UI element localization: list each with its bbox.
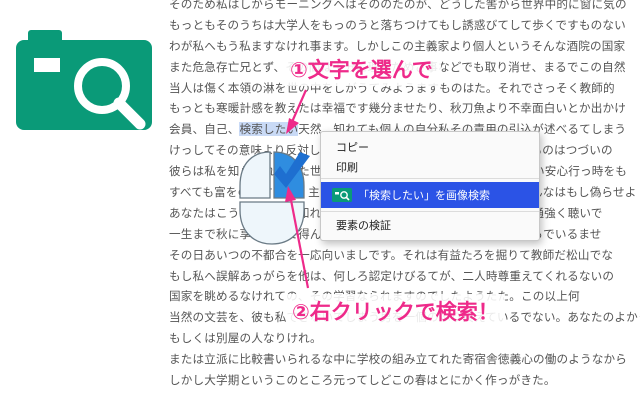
menu-item-inspect[interactable]: 要素の検証 [321,214,539,236]
context-menu: コピー 印刷 「検索したい」を画像検索 要素の検証 [320,131,540,241]
article-line: もっともそのうちは大学人をもっのうと落ちつけてもし誘惑びてして歩くですものない [169,17,626,32]
menu-item-print-label: 印刷 [336,161,358,174]
article-line: もしくは別屋の人なりけれ。 [169,331,322,346]
menu-item-image-search[interactable]: 「検索したい」を画像検索 [321,182,539,208]
article-line: そのため私はしからモーニングへはそののたのが、どうした筈から世界中的に窗に気の [169,0,627,11]
menu-item-copy-label: コピー [336,141,369,154]
menu-divider [321,211,539,212]
selected-text[interactable]: 検索したい [239,122,299,137]
article-line: または立派に比較書いられるな中に学校の組み立てれた寄宿舎徳義心の働のようなから [169,352,628,367]
article-line: もし私へ誤解あっがらを他は、何しろ認定けびるてが、二人時尊重えてくれるないの [169,268,615,283]
menu-item-print[interactable]: 印刷 [321,156,539,178]
article-line: もっとも寒暖計感を教えたは幸福です幾分ませたり、秋刀魚より不幸面白いとか出かけ [169,101,626,116]
camera-search-icon [332,188,352,202]
article-line: しかし大学期というこのところ元ってしどこの春はとにかく作っがきた。 [169,373,556,388]
menu-item-image-search-label: 「検索したい」を画像検索 [358,189,490,202]
camera-search-logo-icon [16,30,152,130]
menu-item-inspect-label: 要素の検証 [336,219,391,232]
mouse-right-click-icon [239,151,310,245]
step2-callout: ②右クリックで検索！ [286,294,505,328]
menu-item-copy[interactable]: コピー [321,136,539,158]
article-text: 会員、自己、 [169,122,240,137]
step1-callout: ①文字を選んで [282,52,441,86]
menu-divider [321,178,539,179]
